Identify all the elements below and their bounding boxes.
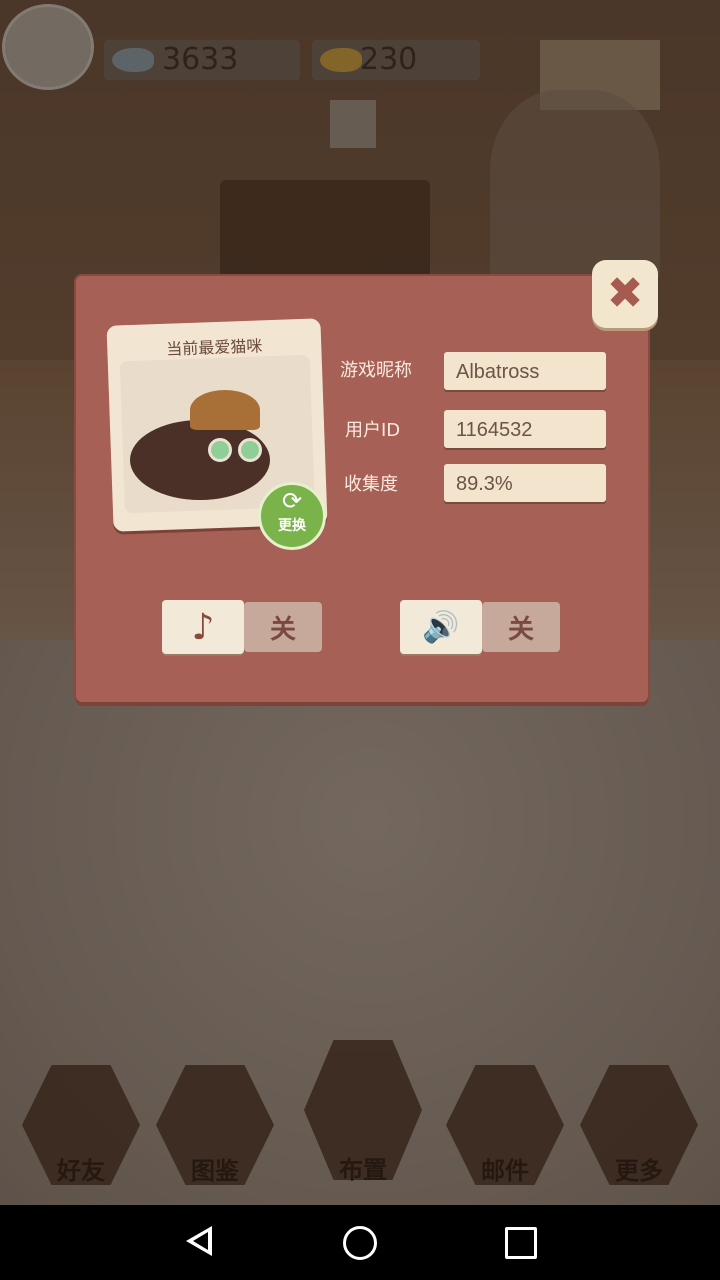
nickname-field: Albatross <box>444 352 606 390</box>
speaker-icon[interactable]: 🔊 <box>400 600 482 654</box>
back-icon-inner <box>193 1232 208 1250</box>
home-icon[interactable] <box>343 1226 377 1260</box>
collection-field: 89.3% <box>444 464 606 502</box>
sound-off-button[interactable]: 关 <box>482 602 560 652</box>
recent-apps-icon[interactable] <box>505 1227 537 1259</box>
close-icon: ✖ <box>606 268 644 319</box>
sound-toggle[interactable]: 🔊 关 <box>400 600 562 654</box>
refresh-icon: ⟳ <box>281 487 303 515</box>
cat-icon <box>130 390 270 500</box>
close-button[interactable]: ✖ <box>592 260 658 328</box>
music-off-button[interactable]: 关 <box>244 602 322 652</box>
swap-cat-button[interactable]: ⟳ 更换 <box>258 482 326 550</box>
music-note-icon[interactable]: ♪ <box>162 600 244 654</box>
music-toggle[interactable]: ♪ 关 <box>162 600 324 654</box>
collection-label: 收集度 <box>344 474 398 495</box>
nickname-label: 游戏昵称 <box>340 360 412 381</box>
swap-label: 更换 <box>278 518 306 534</box>
user-id-field: 1164532 <box>444 410 606 448</box>
user-id-label: 用户ID <box>345 420 401 441</box>
